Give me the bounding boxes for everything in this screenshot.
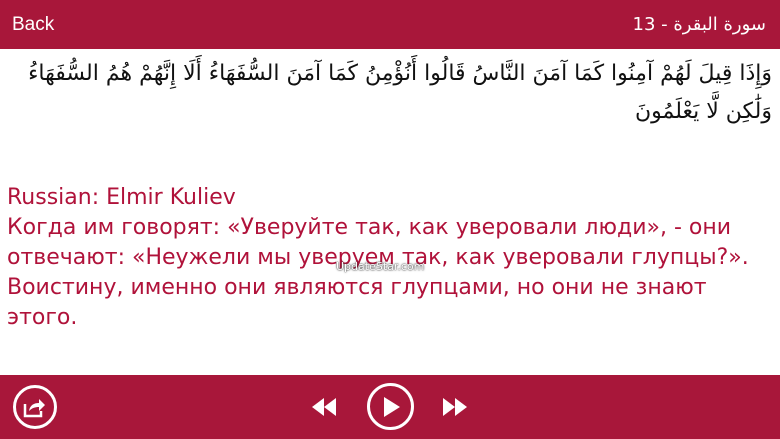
- surah-title: سورة البقرة - 13: [632, 14, 766, 35]
- translator-name: Russian: Elmir Kuliev: [7, 185, 236, 210]
- translation-block: Russian: Elmir Kuliev Когда им говорят: …: [7, 183, 775, 333]
- top-bar: Back سورة البقرة - 13: [0, 0, 780, 49]
- play-icon: [383, 396, 400, 417]
- share-icon: [23, 399, 45, 418]
- rewind-icon[interactable]: [311, 395, 337, 419]
- verse-content: وَإِذَا قِيلَ لَهُمْ آمِنُوا كَمَا آمَنَ…: [0, 49, 780, 375]
- back-button[interactable]: Back: [12, 14, 54, 36]
- play-button[interactable]: [367, 383, 414, 430]
- arabic-verse: وَإِذَا قِيلَ لَهُمْ آمِنُوا كَمَا آمَنَ…: [28, 61, 772, 124]
- share-button[interactable]: [13, 385, 57, 429]
- fast-forward-icon[interactable]: [442, 395, 468, 419]
- player-bar: [0, 375, 780, 439]
- translation-text: Когда им говорят: «Уверуйте так, как уве…: [7, 215, 749, 330]
